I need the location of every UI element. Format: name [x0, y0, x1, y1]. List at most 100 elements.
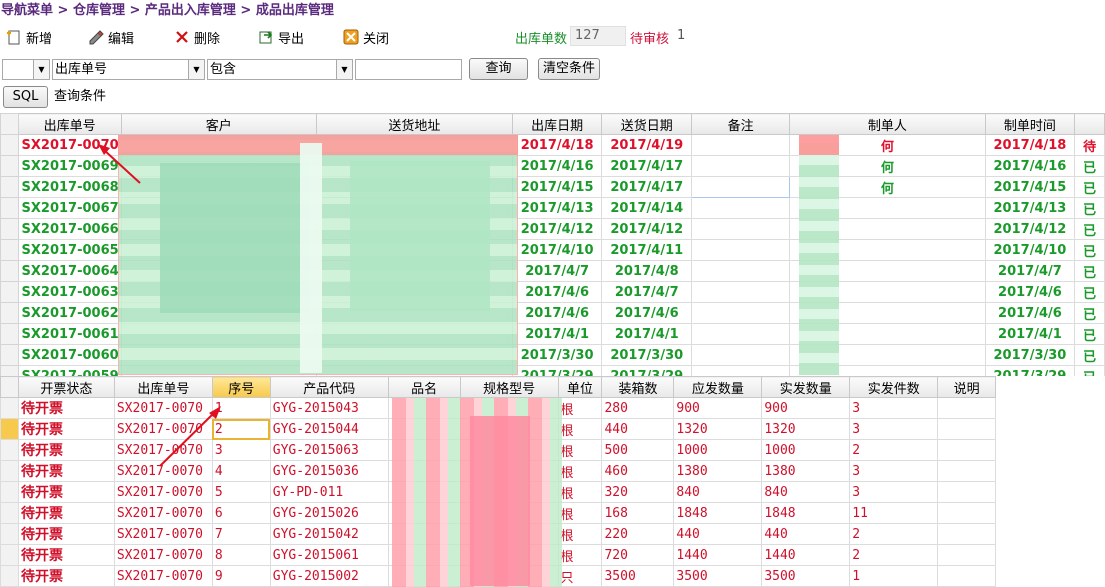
table-cell[interactable]: SX2017-0068: [17, 176, 122, 198]
table-cell[interactable]: [691, 197, 791, 219]
table-cell[interactable]: 2017/4/10: [511, 239, 603, 261]
table-cell[interactable]: [387, 523, 461, 545]
table-cell[interactable]: [120, 155, 317, 177]
col-header[interactable]: 规格型号: [459, 376, 559, 398]
table-cell[interactable]: [387, 565, 461, 587]
table-cell[interactable]: 2017/4/10: [984, 239, 1076, 261]
table-cell[interactable]: [789, 218, 986, 240]
table-cell[interactable]: 2017/4/15: [984, 176, 1076, 198]
table-cell[interactable]: 440: [761, 523, 851, 545]
sql-button[interactable]: SQL: [3, 86, 48, 108]
table-cell[interactable]: 根: [557, 544, 603, 566]
table-cell[interactable]: 根: [557, 439, 603, 461]
row-pointer[interactable]: [0, 544, 19, 566]
table-cell[interactable]: 2017/3/29: [601, 365, 693, 376]
table-cell[interactable]: 1380: [761, 460, 851, 482]
table-cell[interactable]: 2017/4/8: [601, 260, 693, 282]
table-cell[interactable]: 2017/3/29: [984, 365, 1076, 376]
table-cell[interactable]: [937, 565, 997, 587]
col-header[interactable]: 装箱数: [601, 376, 675, 398]
table-cell[interactable]: [0, 134, 19, 156]
col-header-active[interactable]: 序号: [211, 376, 271, 398]
table-cell[interactable]: 2: [849, 439, 939, 461]
table-cell[interactable]: [315, 365, 513, 376]
table-cell[interactable]: 根: [557, 502, 603, 524]
table-cell[interactable]: [120, 260, 317, 282]
table-row[interactable]: SX2017-0063 2017/4/6 2017/4/7 2017/4/6 已: [0, 281, 1105, 303]
table-cell[interactable]: SX2017-0070: [113, 439, 213, 461]
table-cell[interactable]: 320: [601, 481, 675, 503]
table-cell[interactable]: SX2017-0070: [113, 418, 213, 440]
field-prefix-select[interactable]: ▼: [2, 59, 50, 80]
table-cell[interactable]: [120, 365, 317, 376]
table-cell[interactable]: 2017/3/30: [511, 344, 603, 366]
table-cell[interactable]: 待开票: [17, 481, 115, 503]
table-cell[interactable]: 待开票: [17, 565, 115, 587]
table-cell[interactable]: [0, 302, 19, 324]
table-cell[interactable]: [315, 134, 513, 156]
table-cell[interactable]: SX2017-0070: [113, 565, 213, 587]
table-cell[interactable]: SX2017-0064: [17, 260, 122, 282]
table-cell[interactable]: [120, 323, 317, 345]
table-row[interactable]: SX2017-0062 2017/4/6 2017/4/6 2017/4/6 已: [0, 302, 1105, 324]
row-pointer[interactable]: [0, 565, 19, 587]
col-header[interactable]: 开票状态: [17, 376, 115, 398]
table-cell[interactable]: [789, 302, 986, 324]
table-row[interactable]: SX2017-0066 2017/4/12 2017/4/12 2017/4/12 已: [0, 218, 1105, 240]
table-row[interactable]: 待开票 SX2017-0070 3 GYG-2015063 根 500 1000 1000 2: [0, 439, 1105, 461]
table-cell[interactable]: 何: [789, 176, 986, 198]
table-cell[interactable]: 1: [849, 565, 939, 587]
table-cell[interactable]: 440: [673, 523, 763, 545]
table-cell[interactable]: [459, 439, 559, 461]
table-cell[interactable]: 根: [557, 481, 603, 503]
table-cell[interactable]: GY-PD-011: [269, 481, 389, 503]
table-cell[interactable]: 900: [761, 397, 851, 419]
col-header[interactable]: 应发数量: [673, 376, 763, 398]
table-cell[interactable]: GYG-2015061: [269, 544, 389, 566]
table-cell[interactable]: 1320: [761, 418, 851, 440]
chevron-down-icon[interactable]: ▼: [33, 60, 49, 79]
table-cell[interactable]: [789, 365, 986, 376]
table-cell[interactable]: [459, 481, 559, 503]
table-row[interactable]: SX2017-0060 2017/3/30 2017/3/30 2017/3/30 已: [0, 344, 1105, 366]
chevron-down-icon[interactable]: ▼: [188, 60, 204, 79]
table-row[interactable]: SX2017-0068 2017/4/15 2017/4/17 何 2017/4/15 已: [0, 176, 1105, 198]
table-cell[interactable]: 根: [557, 460, 603, 482]
table-row[interactable]: 待开票 SX2017-0070 1 GYG-2015043 根 280 900 900 3: [0, 397, 1105, 419]
table-cell[interactable]: [387, 418, 461, 440]
col-header[interactable]: 送货地址: [315, 113, 513, 135]
table-cell[interactable]: [691, 344, 791, 366]
table-cell[interactable]: 待开票: [17, 418, 115, 440]
table-cell[interactable]: 根: [557, 523, 603, 545]
table-cell[interactable]: SX2017-0066: [17, 218, 122, 240]
table-cell[interactable]: GYG-2015043: [269, 397, 389, 419]
table-cell[interactable]: 3: [211, 439, 271, 461]
table-cell[interactable]: 2017/4/14: [601, 197, 693, 219]
edit-button[interactable]: 编辑: [88, 26, 134, 48]
table-cell[interactable]: [120, 239, 317, 261]
table-row[interactable]: 待开票 SX2017-0070 8 GYG-2015061 根 720 1440 1440 2: [0, 544, 1105, 566]
table-cell[interactable]: [315, 260, 513, 282]
export-button[interactable]: 导出: [258, 26, 304, 48]
table-cell[interactable]: 待开票: [17, 460, 115, 482]
table-cell[interactable]: [937, 460, 997, 482]
table-cell[interactable]: GYG-2015063: [269, 439, 389, 461]
table-cell[interactable]: GYG-2015026: [269, 502, 389, 524]
table-cell[interactable]: 440: [601, 418, 675, 440]
table-row[interactable]: SX2017-00592017/3/292017/3/292017/3/29已: [0, 365, 1105, 376]
table-cell[interactable]: 3: [849, 418, 939, 440]
table-cell[interactable]: SX2017-0059: [17, 365, 122, 376]
table-row[interactable]: 待开票 SX2017-0070 4 GYG-2015036 根 460 1380 1380 3: [0, 460, 1105, 482]
table-cell[interactable]: 2017/4/15: [511, 176, 603, 198]
table-cell[interactable]: [120, 281, 317, 303]
table-cell[interactable]: 2017/4/12: [511, 218, 603, 240]
row-pointer[interactable]: [0, 439, 19, 461]
table-cell[interactable]: 840: [673, 481, 763, 503]
col-header[interactable]: 实发件数: [849, 376, 939, 398]
table-cell[interactable]: [387, 502, 461, 524]
table-cell[interactable]: [691, 323, 791, 345]
table-cell[interactable]: 1440: [761, 544, 851, 566]
table-row[interactable]: SX2017-0064 2017/4/7 2017/4/8 2017/4/7 已: [0, 260, 1105, 282]
table-cell[interactable]: 已: [1074, 302, 1105, 324]
close-button[interactable]: 关闭: [343, 26, 389, 48]
